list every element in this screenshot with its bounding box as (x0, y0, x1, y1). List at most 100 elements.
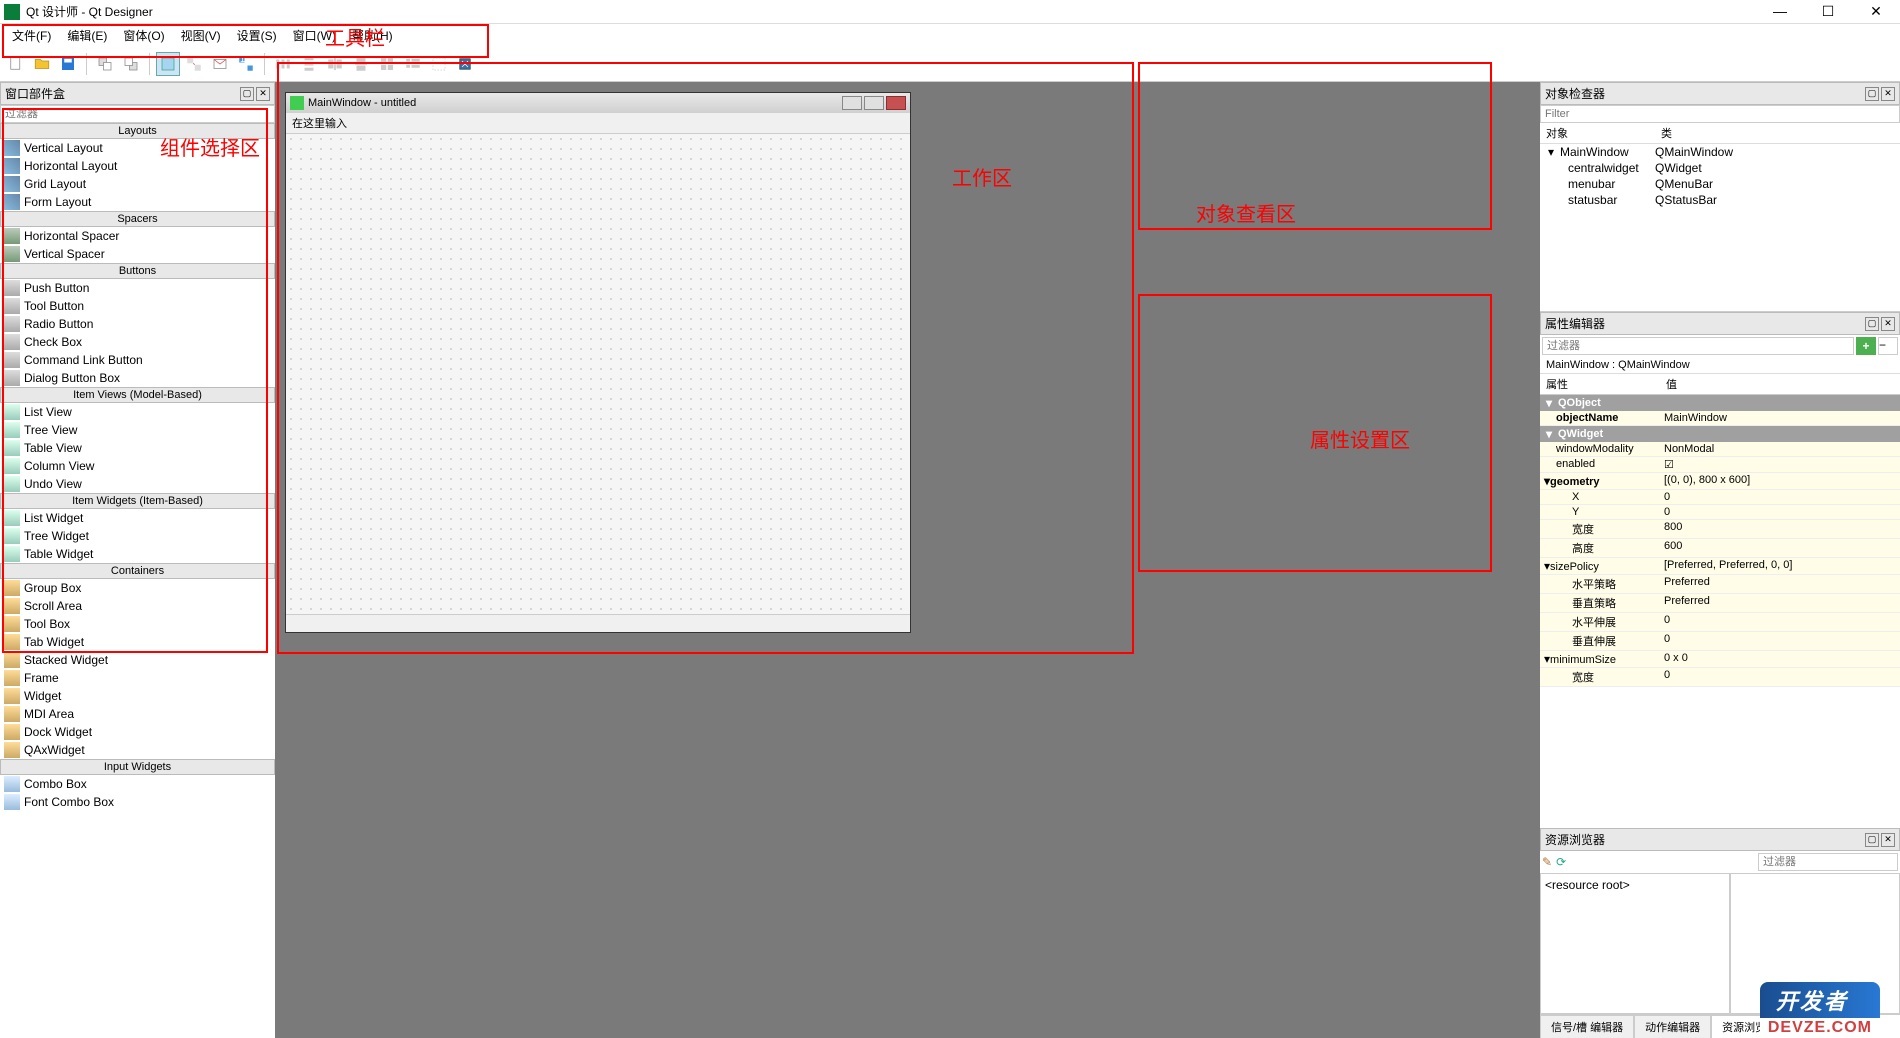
property-group-header[interactable]: ▾QWidget (1540, 426, 1900, 442)
expand-arrow-icon[interactable]: ▾ (1548, 145, 1560, 159)
expand-arrow-icon[interactable]: ▾ (1546, 396, 1558, 410)
minimize-button[interactable]: — (1760, 3, 1800, 20)
widget-item[interactable]: Grid Layout (0, 175, 275, 193)
resource-tab[interactable]: 信号/槽 编辑器 (1540, 1015, 1634, 1038)
widget-item[interactable]: Font Combo Box (0, 793, 275, 811)
widget-item[interactable]: Undo View (0, 475, 275, 493)
widget-item[interactable]: Push Button (0, 279, 275, 297)
widget-item[interactable]: Widget (0, 687, 275, 705)
widget-category[interactable]: Item Views (Model-Based) (0, 387, 275, 403)
layout-form-button[interactable] (401, 52, 425, 76)
widget-category[interactable]: Buttons (0, 263, 275, 279)
property-row[interactable]: 垂直伸展0 (1540, 632, 1900, 651)
widget-item[interactable]: Table Widget (0, 545, 275, 563)
object-tree[interactable]: ▾MainWindowQMainWindowcentralwidgetQWidg… (1540, 144, 1900, 311)
property-filter[interactable] (1542, 337, 1854, 355)
dock-close-button[interactable]: ✕ (1881, 833, 1895, 847)
new-file-button[interactable] (4, 52, 28, 76)
widget-item[interactable]: MDI Area (0, 705, 275, 723)
property-row[interactable]: ▾sizePolicy[Preferred, Preferred, 0, 0] (1540, 558, 1900, 575)
property-row[interactable]: ▾geometry[(0, 0), 800 x 600] (1540, 473, 1900, 490)
object-row[interactable]: ▾MainWindowQMainWindow (1540, 144, 1900, 160)
menu-item[interactable]: 窗体(O) (115, 25, 172, 46)
remove-dynamic-property-button[interactable]: − (1878, 337, 1898, 355)
widget-item[interactable]: Tab Widget (0, 633, 275, 651)
resource-tab[interactable]: 动作编辑器 (1634, 1015, 1711, 1038)
widget-item[interactable]: List Widget (0, 509, 275, 527)
design-menubar[interactable]: 在这里输入 (286, 113, 910, 134)
widget-item[interactable]: Horizontal Spacer (0, 227, 275, 245)
dock-float-button[interactable]: ▢ (1865, 87, 1879, 101)
property-row[interactable]: windowModalityNonModal (1540, 442, 1900, 457)
reload-resources-button[interactable]: ⟳ (1556, 855, 1566, 869)
widget-item[interactable]: List View (0, 403, 275, 421)
widget-category[interactable]: Containers (0, 563, 275, 579)
layout-v-splitter-button[interactable] (349, 52, 373, 76)
property-table[interactable]: ▾QObjectobjectNameMainWindow▾QWidgetwind… (1540, 395, 1900, 828)
adjust-size-button[interactable] (453, 52, 477, 76)
expand-arrow-icon[interactable]: ▾ (1544, 652, 1550, 666)
widget-item[interactable]: Combo Box (0, 775, 275, 793)
menu-item[interactable]: 设置(S) (229, 25, 285, 46)
widget-item[interactable]: Dock Widget (0, 723, 275, 741)
edit-signals-button[interactable] (182, 52, 206, 76)
menu-item[interactable]: 视图(V) (173, 25, 229, 46)
resource-filter[interactable] (1758, 853, 1898, 871)
dock-close-button[interactable]: ✕ (256, 87, 270, 101)
widget-box-tree[interactable]: LayoutsVertical LayoutHorizontal LayoutG… (0, 123, 275, 1038)
layout-h-button[interactable] (271, 52, 295, 76)
design-main-window[interactable]: MainWindow - untitled 在这里输入 (285, 92, 911, 633)
widget-item[interactable]: Column View (0, 457, 275, 475)
layout-v-button[interactable] (297, 52, 321, 76)
property-row[interactable]: 宽度0 (1540, 668, 1900, 687)
object-inspector-filter[interactable] (1540, 105, 1900, 123)
save-file-button[interactable] (56, 52, 80, 76)
widget-item[interactable]: Command Link Button (0, 351, 275, 369)
widget-item[interactable]: Form Layout (0, 193, 275, 211)
property-row[interactable]: X0 (1540, 490, 1900, 505)
dock-float-button[interactable]: ▢ (240, 87, 254, 101)
menu-item[interactable]: 文件(F) (4, 25, 59, 46)
widget-category[interactable]: Input Widgets (0, 759, 275, 775)
property-row[interactable]: objectNameMainWindow (1540, 411, 1900, 426)
property-row[interactable]: enabled☑ (1540, 457, 1900, 473)
widget-item[interactable]: Check Box (0, 333, 275, 351)
widget-item[interactable]: Tree Widget (0, 527, 275, 545)
property-row[interactable]: 宽度800 (1540, 520, 1900, 539)
object-row[interactable]: menubarQMenuBar (1540, 176, 1900, 192)
property-row[interactable]: ▾minimumSize0 x 0 (1540, 651, 1900, 668)
close-button[interactable]: ✕ (1856, 3, 1896, 20)
widget-item[interactable]: Radio Button (0, 315, 275, 333)
widget-item[interactable]: Frame (0, 669, 275, 687)
widget-category[interactable]: Item Widgets (Item-Based) (0, 493, 275, 509)
dock-close-button[interactable]: ✕ (1881, 317, 1895, 331)
dock-float-button[interactable]: ▢ (1865, 317, 1879, 331)
dock-close-button[interactable]: ✕ (1881, 87, 1895, 101)
resource-tree[interactable]: <resource root> (1540, 873, 1730, 1014)
widget-item[interactable]: Tool Button (0, 297, 275, 315)
widget-item[interactable]: QAxWidget (0, 741, 275, 759)
widget-item[interactable]: Scroll Area (0, 597, 275, 615)
edit-tab-order-button[interactable]: 1 (234, 52, 258, 76)
widget-item[interactable]: Vertical Spacer (0, 245, 275, 263)
object-row[interactable]: statusbarQStatusBar (1540, 192, 1900, 208)
break-layout-button[interactable] (427, 52, 451, 76)
edit-buddies-button[interactable] (208, 52, 232, 76)
widget-item[interactable]: Stacked Widget (0, 651, 275, 669)
expand-arrow-icon[interactable]: ▾ (1546, 427, 1558, 441)
widget-item[interactable]: Tool Box (0, 615, 275, 633)
property-row[interactable]: 水平策略Preferred (1540, 575, 1900, 594)
dock-float-button[interactable]: ▢ (1865, 833, 1879, 847)
bring-front-button[interactable] (119, 52, 143, 76)
property-row[interactable]: 垂直策略Preferred (1540, 594, 1900, 613)
maximize-button[interactable]: ☐ (1808, 3, 1848, 20)
layout-h-splitter-button[interactable] (323, 52, 347, 76)
edit-widgets-button[interactable] (156, 52, 180, 76)
object-row[interactable]: centralwidgetQWidget (1540, 160, 1900, 176)
widget-category[interactable]: Spacers (0, 211, 275, 227)
add-dynamic-property-button[interactable]: + (1856, 337, 1876, 355)
edit-resources-button[interactable]: ✎ (1542, 855, 1552, 869)
property-row[interactable]: 水平伸展0 (1540, 613, 1900, 632)
design-area[interactable]: MainWindow - untitled 在这里输入 (275, 82, 1540, 1038)
property-group-header[interactable]: ▾QObject (1540, 395, 1900, 411)
